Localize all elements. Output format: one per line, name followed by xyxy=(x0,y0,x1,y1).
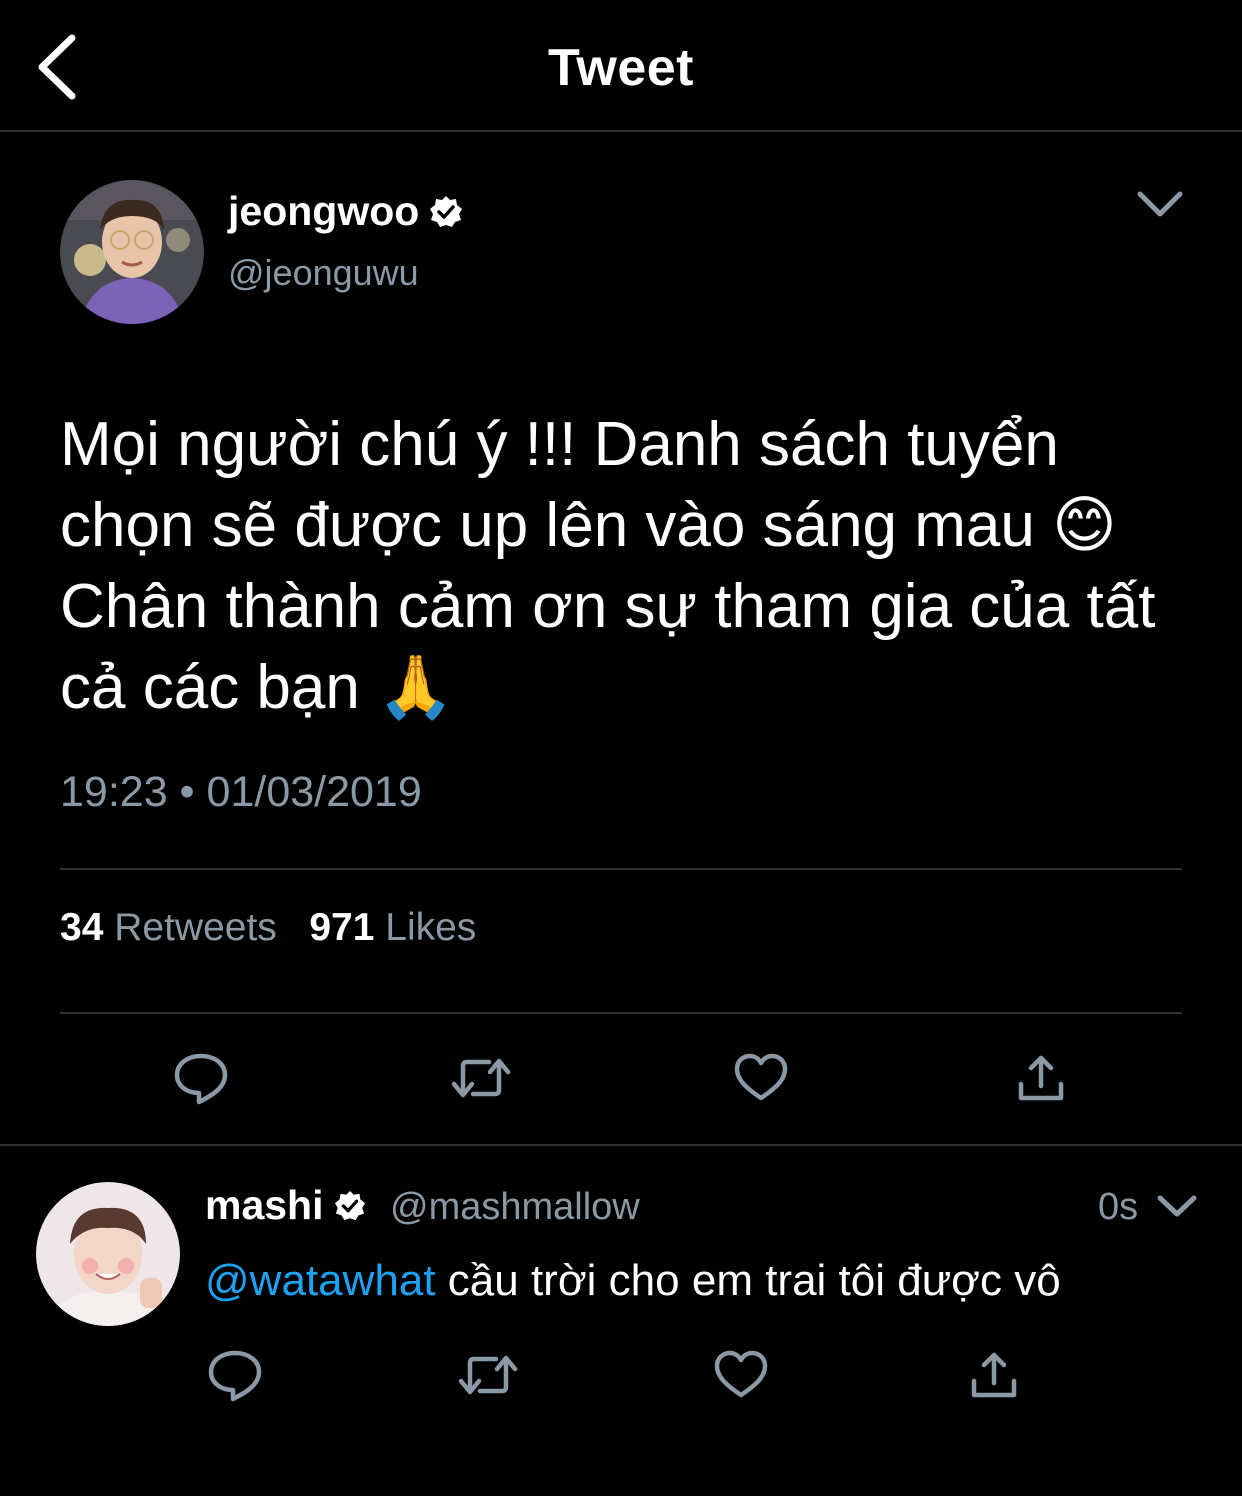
verified-badge-icon xyxy=(334,1190,365,1220)
tweet-text-line: Mọi người chú ý !!! Danh sách tuyển xyxy=(60,410,1059,479)
avatar[interactable] xyxy=(60,180,204,324)
chevron-down-icon xyxy=(1137,191,1183,217)
display-name: mashi xyxy=(205,1182,324,1228)
reply-share-button[interactable] xyxy=(959,1340,1029,1410)
mention-link[interactable]: @watawhat xyxy=(205,1256,436,1305)
share-button[interactable] xyxy=(1006,1043,1076,1113)
author-name[interactable]: jeongwoo xyxy=(228,188,463,235)
pray-emoji-icon: 🙏 xyxy=(377,653,455,722)
reply-like-button[interactable] xyxy=(706,1340,776,1410)
tweet-text: Mọi người chú ý !!! Danh sách tuyển chọn… xyxy=(60,404,1200,728)
divider xyxy=(0,1144,1242,1146)
verified-badge-icon xyxy=(430,195,463,227)
reply-reply-button[interactable] xyxy=(200,1340,270,1410)
avatar-image xyxy=(36,1182,180,1326)
reply-timestamp: 0s xyxy=(1098,1186,1139,1228)
tweet-text-line: cả các bạn 🙏 xyxy=(60,653,455,722)
author-handle[interactable]: @jeonguwu xyxy=(228,252,419,294)
reply-icon xyxy=(174,1053,228,1105)
divider xyxy=(60,1012,1182,1014)
like-icon xyxy=(734,1053,788,1101)
page-title: Tweet xyxy=(547,39,694,97)
retweets-stat[interactable]: 34 Retweets xyxy=(60,906,277,949)
tweet-stats: 34 Retweets 971 Likes xyxy=(60,906,476,950)
reply-button[interactable] xyxy=(166,1043,236,1113)
divider xyxy=(60,868,1182,870)
tweet-menu-button[interactable] xyxy=(1130,180,1190,230)
reply-text: @watawhat cầu trời cho em trai tôi được … xyxy=(205,1256,1061,1306)
chevron-down-icon xyxy=(1157,1195,1197,1217)
reply-icon xyxy=(208,1350,262,1402)
display-name: jeongwoo xyxy=(228,188,420,234)
reply-retweet-button[interactable] xyxy=(453,1340,523,1410)
retweet-icon xyxy=(451,1058,511,1098)
smile-emoji-icon: 😊 xyxy=(1052,491,1117,560)
reply-avatar[interactable] xyxy=(36,1182,180,1326)
tweet-timestamp[interactable]: 19:23 • 01/03/2019 xyxy=(60,768,422,817)
reply-author-name[interactable]: mashi xyxy=(205,1182,366,1229)
retweet-button[interactable] xyxy=(446,1043,516,1113)
avatar-image xyxy=(60,180,204,324)
share-icon xyxy=(971,1352,1017,1398)
like-icon xyxy=(714,1350,768,1398)
like-button[interactable] xyxy=(726,1043,796,1113)
tweet-text-line: chọn sẽ được up lên vào sáng mau 😊 xyxy=(60,491,1117,560)
retweet-icon xyxy=(458,1355,518,1395)
tweet-text-line: Chân thành cảm ơn sự tham gia của tất xyxy=(60,572,1156,641)
reply-menu-button[interactable] xyxy=(1152,1184,1202,1228)
likes-stat[interactable]: 971 Likes xyxy=(309,906,476,949)
reply-author-handle[interactable]: @mashmallow xyxy=(390,1186,640,1229)
reply-text-content: cầu trời cho em trai tôi được vô xyxy=(435,1256,1061,1305)
share-icon xyxy=(1018,1055,1064,1101)
